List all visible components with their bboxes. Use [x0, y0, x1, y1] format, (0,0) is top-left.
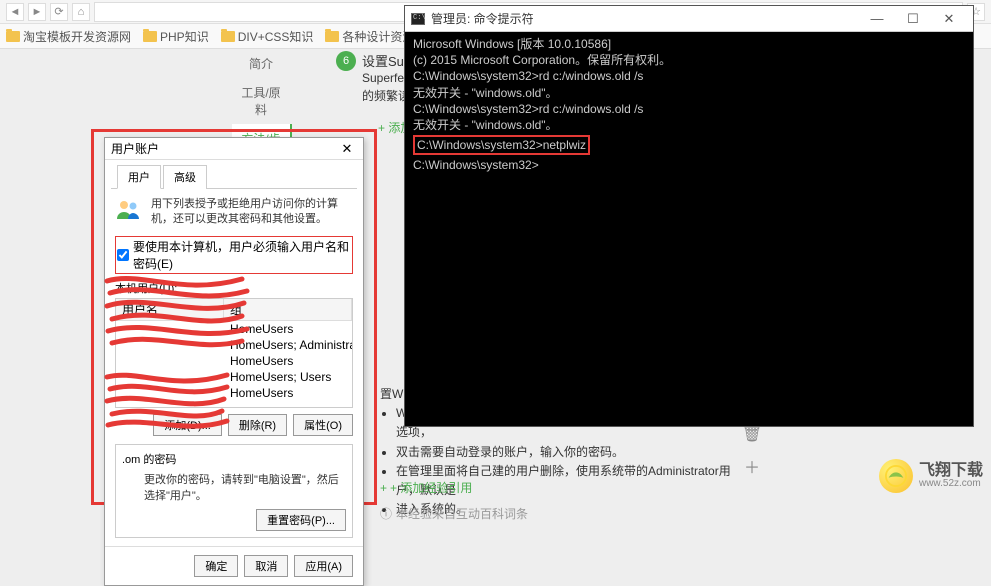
require-password-checkbox[interactable]: 要使用本计算机，用户必须输入用户名和密码(E) [115, 236, 353, 274]
add-reference-link[interactable]: + + 添加经验引用 [380, 479, 472, 496]
watermark-logo-icon [879, 459, 913, 493]
step-subtitle: 的频繁读 [362, 87, 410, 104]
user-accounts-dialog: 用户账户 ✕ 用户 高级 用下列表授予或拒绝用户访问你的计算机，还可以更改其密码… [104, 137, 364, 586]
terminal-line: 无效开关 - "windows.old"。 [413, 117, 965, 133]
apply-button[interactable]: 应用(A) [294, 555, 353, 577]
sidebar-item-intro[interactable]: 简介 [232, 49, 292, 78]
highlighted-command: C:\Windows\system32>netplwiz [413, 135, 590, 155]
bookmark-item[interactable]: DIV+CSS知识 [221, 28, 314, 45]
sidebar-item-tools[interactable]: 工具/原料 [232, 78, 292, 124]
password-group: .om 的密码 更改你的密码，请转到"电脑设置"，然后选择"用户"。 重置密码(… [115, 444, 353, 538]
cancel-button[interactable]: 取消 [244, 555, 288, 577]
col-username[interactable]: 用户名 [116, 299, 224, 320]
dialog-titlebar[interactable]: 用户账户 ✕ [105, 138, 363, 160]
ok-button[interactable]: 确定 [194, 555, 238, 577]
remove-button[interactable]: 删除(R) [228, 414, 287, 436]
window-titlebar[interactable]: 管理员: 命令提示符 — ☐ ✕ [405, 6, 973, 32]
terminal-line: (c) 2015 Microsoft Corporation。保留所有权利。 [413, 52, 965, 68]
bookmark-item[interactable]: 各种设计资源 [325, 28, 414, 45]
info-icon: ⓘ [380, 505, 392, 522]
minimize-button[interactable]: — [859, 7, 895, 31]
terminal-line: C:\Windows\system32>rd c:/windows.old /s [413, 68, 965, 84]
close-icon[interactable]: ✕ [337, 140, 357, 158]
users-icon [115, 197, 143, 221]
users-list-label: 本机用户(U): [115, 280, 353, 296]
source-note: ⓘ 本经验来自互动百科词条 [380, 505, 528, 522]
bookmark-item[interactable]: PHP知识 [143, 28, 209, 45]
dialog-title: 用户账户 [111, 140, 159, 157]
refresh-button[interactable]: ⟳ [50, 3, 68, 21]
step-number-badge: 6 [336, 51, 356, 71]
step-subtitle: Superfe [362, 71, 404, 85]
close-button[interactable]: ✕ [931, 7, 967, 31]
dialog-description: 用下列表授予或拒绝用户访问你的计算机，还可以更改其密码和其他设置。 [151, 197, 353, 228]
tab-users[interactable]: 用户 [117, 165, 161, 189]
plus-icon: + [380, 481, 387, 495]
folder-icon [6, 31, 20, 42]
terminal-line: C:\Windows\system32>rd c:/windows.old /s [413, 101, 965, 117]
maximize-button[interactable]: ☐ [895, 7, 931, 31]
terminal-line: 无效开关 - "windows.old"。 [413, 85, 965, 101]
article-bullet: 双击需要自动登录的账户，输入你的密码。 [396, 443, 740, 462]
folder-icon [325, 31, 339, 42]
folder-icon [221, 31, 235, 42]
list-item[interactable]: HomeUsers; Administrators; P... [116, 337, 352, 353]
page-content: 简介 工具/原料 方法/步骤 注意事项 6 设置Su Superfe 的频繁读 … [0, 49, 991, 501]
forward-button[interactable]: ► [28, 3, 46, 21]
dialog-tabs: 用户 高级 [111, 160, 357, 189]
terminal-output[interactable]: Microsoft Windows [版本 10.0.10586] (c) 20… [405, 32, 973, 426]
list-item[interactable]: HomeUsers [116, 321, 352, 337]
list-item[interactable]: HomeUsers [116, 385, 352, 401]
delete-icon[interactable]: 🗑 [743, 425, 761, 443]
terminal-line: Microsoft Windows [版本 10.0.10586] [413, 36, 965, 52]
bookmark-item[interactable]: 淘宝模板开发资源网 [6, 28, 131, 45]
list-item[interactable]: HomeUsers [116, 353, 352, 369]
step-title: 设置Su [362, 51, 404, 70]
tab-advanced[interactable]: 高级 [163, 165, 207, 189]
window-title: 管理员: 命令提示符 [431, 10, 534, 27]
users-list[interactable]: 用户名 组 HomeUsers HomeUsers; Administrator… [115, 298, 353, 408]
folder-icon [143, 31, 157, 42]
plus-icon[interactable]: ＋ [743, 457, 761, 475]
col-group[interactable]: 组 [224, 299, 352, 320]
password-title: .om 的密码 [122, 451, 346, 467]
watermark: 飞翔下载 www.52z.com [879, 459, 983, 493]
back-button[interactable]: ◄ [6, 3, 24, 21]
command-prompt-window: 管理员: 命令提示符 — ☐ ✕ Microsoft Windows [版本 1… [404, 5, 974, 427]
watermark-url: www.52z.com [919, 479, 983, 489]
reset-password-button[interactable]: 重置密码(P)... [256, 509, 346, 531]
checkbox-input[interactable] [117, 249, 129, 261]
home-button[interactable]: ⌂ [72, 3, 90, 21]
cmd-icon [411, 13, 425, 25]
list-item[interactable]: HomeUsers; Users [116, 369, 352, 385]
password-text: 更改你的密码，请转到"电脑设置"，然后选择"用户"。 [144, 471, 346, 503]
terminal-line: C:\Windows\system32> [413, 157, 965, 173]
properties-button[interactable]: 属性(O) [293, 414, 353, 436]
watermark-text: 飞翔下载 [919, 463, 983, 479]
add-button[interactable]: 添加(D)... [153, 414, 221, 436]
list-header: 用户名 组 [116, 299, 352, 321]
